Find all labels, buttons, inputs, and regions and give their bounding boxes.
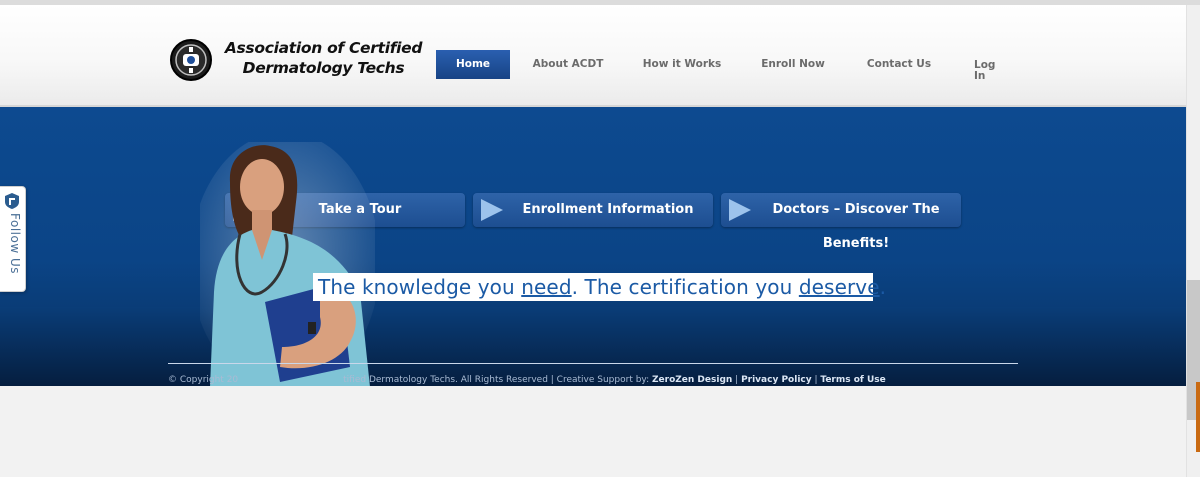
nav-about[interactable]: About ACDT [530, 50, 606, 79]
nav-home[interactable]: Home [436, 50, 510, 79]
follow-us-tab[interactable]: Follow Us [0, 186, 26, 292]
footer-divider [168, 363, 1018, 364]
footer-text: © Copyright 20 tified Dermatology Techs. … [168, 375, 886, 385]
tagline-part-1: The knowledge you [318, 275, 522, 299]
privacy-policy-link[interactable]: Privacy Policy [741, 375, 812, 385]
doctors-benefits-button[interactable]: Doctors – Discover The Benefits! [721, 193, 961, 251]
tagline-need: need [521, 275, 572, 299]
zerozen-link[interactable]: ZeroZen Design [652, 375, 732, 385]
nurse-photo [200, 142, 375, 386]
tagline-end: . [879, 275, 887, 299]
doctors-benefits-label: Doctors – Discover The Benefits! [772, 202, 940, 251]
arrow-right-icon [481, 199, 503, 221]
copyright-end: tified Dermatology Techs. All Rights Res… [343, 375, 652, 385]
nav-login[interactable]: Log In [974, 50, 998, 82]
arrow-right-icon [729, 199, 751, 221]
site-logo[interactable]: Association of Certified Dermatology Tec… [170, 38, 430, 86]
follow-us-label: Follow Us [8, 213, 22, 274]
enrollment-info-button[interactable]: Enrollment Information [473, 193, 713, 227]
nav-how-it-works[interactable]: How it Works [642, 50, 722, 79]
hero-banner: Take a Tour Enrollment Information Docto… [0, 107, 1186, 386]
logo-emblem-icon [170, 39, 212, 81]
site-header: Association of Certified Dermatology Tec… [0, 5, 1186, 107]
tagline-deserve: deserve [798, 275, 880, 299]
enrollment-info-label: Enrollment Information [522, 202, 694, 217]
follow-badge-icon [5, 193, 19, 209]
logo-line-2: Dermatology Techs [242, 59, 405, 77]
logo-line-1: Association of Certified [224, 39, 423, 57]
tagline: The knowledge you need. The certificatio… [313, 273, 886, 301]
footer-separator: | [732, 375, 742, 385]
terms-of-use-link[interactable]: Terms of Use [820, 375, 885, 385]
scrollbar-marker [1196, 382, 1200, 452]
logo-text: Association of Certified Dermatology Tec… [216, 38, 431, 78]
nav-enroll[interactable]: Enroll Now [758, 50, 828, 79]
copyright-start: © Copyright 20 [168, 375, 239, 385]
nav-contact[interactable]: Contact Us [864, 50, 934, 79]
tagline-part-2: . The certification you [571, 275, 799, 299]
